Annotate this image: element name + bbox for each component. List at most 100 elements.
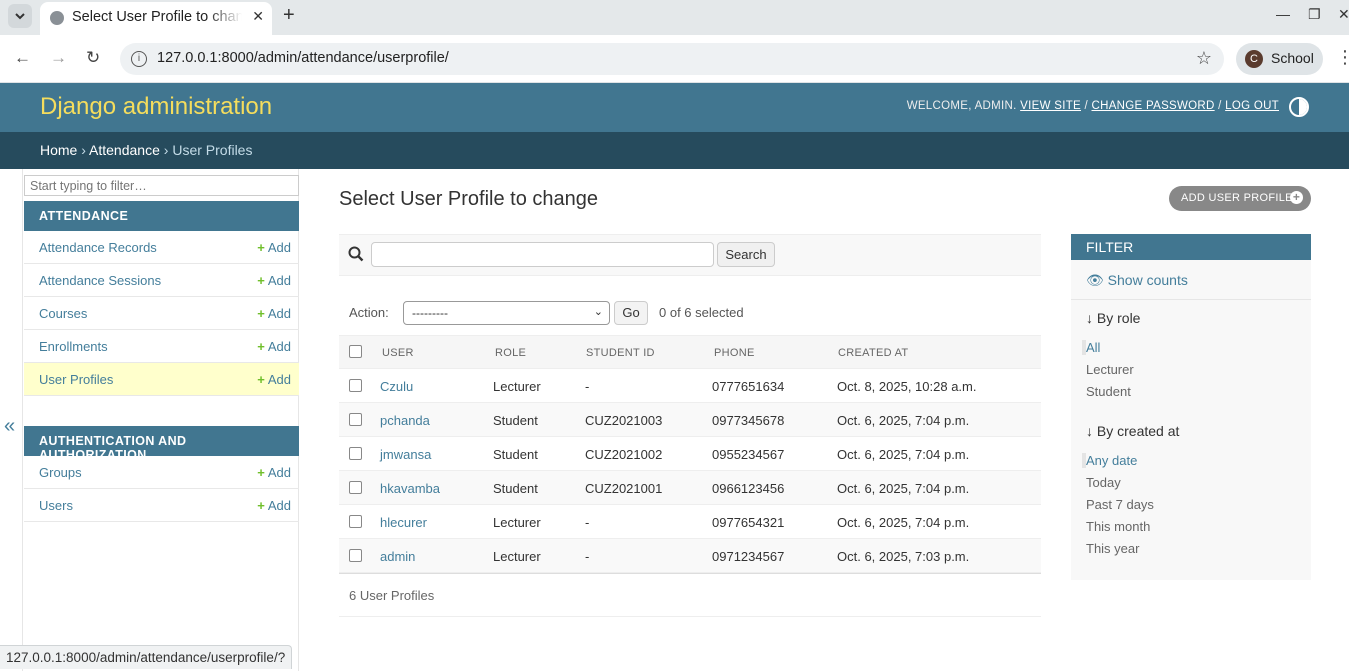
row-checkbox[interactable]: [349, 379, 362, 392]
column-header-created-at[interactable]: CREATED AT: [838, 347, 908, 359]
created-at-cell: Oct. 6, 2025, 7:03 p.m.: [837, 549, 970, 564]
user-link[interactable]: jmwansa: [380, 447, 431, 462]
filter-heading-role[interactable]: ↓ By role: [1086, 310, 1140, 326]
sidebar-item-users[interactable]: Users + Add: [24, 489, 299, 522]
row-checkbox[interactable]: [349, 481, 362, 494]
user-link[interactable]: pchanda: [380, 413, 430, 428]
row-checkbox[interactable]: [349, 447, 362, 460]
go-button[interactable]: Go: [614, 301, 648, 325]
nav-sidebar: ATTENDANCE Attendance Records +Add Atten…: [22, 169, 299, 671]
back-arrow-icon[interactable]: ←: [14, 48, 31, 68]
sidebar-item-label[interactable]: Courses: [39, 306, 87, 321]
add-button-label: ADD USER PROFILE: [1181, 192, 1293, 204]
table-row: admin Lecturer - 0971234567 Oct. 6, 2025…: [339, 539, 1041, 573]
filter-heading-created[interactable]: ↓ By created at: [1086, 423, 1179, 439]
add-link[interactable]: + Add: [257, 372, 291, 387]
row-checkbox[interactable]: [349, 413, 362, 426]
filter-option-lecturer[interactable]: Lecturer: [1086, 362, 1134, 377]
profile-button[interactable]: C School: [1236, 43, 1323, 75]
phone-cell: 0955234567: [712, 447, 785, 462]
module-caption-attendance[interactable]: ATTENDANCE: [24, 201, 299, 231]
show-counts-link[interactable]: 👁 Show counts: [1086, 272, 1188, 289]
user-link[interactable]: hlecurer: [380, 515, 427, 530]
sidebar-item-label[interactable]: Groups: [39, 465, 82, 480]
chevron-down-icon: [15, 12, 25, 19]
module-caption-auth[interactable]: AUTHENTICATION AND AUTHORIZATION: [24, 426, 299, 462]
sidebar-item-user-profiles[interactable]: User Profiles + Add: [24, 363, 299, 396]
select-all-checkbox[interactable]: [349, 345, 362, 358]
breadcrumb-home[interactable]: Home: [40, 142, 77, 158]
table-row: Czulu Lecturer - 0777651634 Oct. 8, 2025…: [339, 369, 1041, 403]
status-bar-url: 127.0.0.1:8000/admin/attendance/userprof…: [0, 645, 293, 669]
sidebar-item-label[interactable]: Users: [39, 498, 73, 513]
filter-option-today[interactable]: Today: [1086, 475, 1121, 490]
sidebar-item-label[interactable]: Attendance Sessions: [39, 273, 161, 288]
view-site-link[interactable]: VIEW SITE: [1020, 100, 1081, 112]
filter-option-student[interactable]: Student: [1086, 384, 1131, 399]
plus-icon: +: [257, 465, 265, 480]
browser-menu-icon[interactable]: ⋮: [1336, 47, 1349, 68]
search-input[interactable]: [371, 242, 714, 267]
breadcrumb-app[interactable]: Attendance: [89, 142, 160, 158]
sidebar-item-groups[interactable]: Groups + Add: [24, 456, 299, 489]
paginator: 6 User Profiles: [339, 573, 1041, 617]
row-checkbox[interactable]: [349, 549, 362, 562]
change-password-link[interactable]: CHANGE PASSWORD: [1092, 100, 1215, 112]
column-header-role[interactable]: ROLE: [495, 347, 526, 359]
add-label: Add: [267, 306, 291, 321]
theme-toggle-icon[interactable]: [1289, 97, 1309, 117]
filter-option-past-7-days[interactable]: Past 7 days: [1086, 497, 1154, 512]
column-header-phone[interactable]: PHONE: [714, 347, 755, 359]
site-info-icon[interactable]: i: [131, 51, 147, 67]
sidebar-item-courses[interactable]: Courses + Add: [24, 297, 299, 330]
filter-option-all[interactable]: All: [1082, 340, 1100, 355]
plus-icon: +: [257, 498, 265, 513]
column-header-user[interactable]: USER: [382, 347, 414, 359]
bookmark-star-icon[interactable]: ☆: [1196, 48, 1212, 69]
tab-search-button[interactable]: [8, 4, 32, 28]
globe-icon: [50, 11, 64, 25]
window-close-icon[interactable]: ✕: [1338, 6, 1349, 23]
reload-icon[interactable]: ↻: [86, 48, 100, 68]
address-bar[interactable]: i 127.0.0.1:8000/admin/attendance/userpr…: [120, 43, 1224, 75]
sidebar-item-label[interactable]: User Profiles: [39, 372, 113, 387]
log-out-link[interactable]: LOG OUT: [1225, 100, 1279, 112]
user-link[interactable]: admin: [380, 549, 415, 564]
table-row: hkavamba Student CUZ2021001 0966123456 O…: [339, 471, 1041, 505]
forward-arrow-icon[interactable]: →: [50, 48, 67, 68]
column-header-student-id[interactable]: STUDENT ID: [586, 347, 655, 359]
filter-option-this-year[interactable]: This year: [1086, 541, 1139, 556]
sidebar-item-label[interactable]: Attendance Records: [39, 240, 157, 255]
add-link[interactable]: + Add: [257, 273, 291, 288]
sidebar-filter-input[interactable]: [24, 175, 299, 196]
search-button[interactable]: Search: [717, 242, 775, 267]
chevron-down-icon: ⌄: [593, 306, 603, 318]
action-select[interactable]: --------- ⌄: [403, 301, 610, 325]
breadcrumb: Home › Attendance › User Profiles: [0, 132, 1349, 169]
add-user-profile-button[interactable]: ADD USER PROFILE +: [1169, 186, 1311, 211]
restore-icon[interactable]: ❐: [1308, 6, 1321, 23]
add-link[interactable]: + Add: [257, 240, 291, 255]
sidebar-item-attendance-sessions[interactable]: Attendance Sessions + Add: [24, 264, 299, 297]
browser-tab[interactable]: Select User Profile to change | Django s…: [40, 2, 272, 35]
close-icon[interactable]: ✕: [252, 8, 264, 25]
phone-cell: 0977345678: [712, 413, 785, 428]
add-link[interactable]: + Add: [257, 306, 291, 321]
add-link[interactable]: + Add: [257, 339, 291, 354]
sidebar-item-enrollments[interactable]: Enrollments + Add: [24, 330, 299, 363]
row-checkbox[interactable]: [349, 515, 362, 528]
sidebar-collapse-icon[interactable]: «: [4, 415, 15, 438]
minimize-icon[interactable]: —: [1276, 6, 1290, 22]
filter-option-this-month[interactable]: This month: [1086, 519, 1150, 534]
sidebar-item-label[interactable]: Enrollments: [39, 339, 108, 354]
url-text[interactable]: 127.0.0.1:8000/admin/attendance/userprof…: [157, 50, 449, 66]
site-branding[interactable]: Django administration: [40, 93, 272, 121]
new-tab-button[interactable]: +: [283, 4, 295, 27]
add-link[interactable]: + Add: [257, 465, 291, 480]
filter-option-any-date[interactable]: Any date: [1082, 453, 1137, 468]
user-link[interactable]: Czulu: [380, 379, 413, 394]
welcome-text: WELCOME,: [906, 100, 975, 112]
user-link[interactable]: hkavamba: [380, 481, 440, 496]
add-link[interactable]: + Add: [257, 498, 291, 513]
sidebar-item-attendance-records[interactable]: Attendance Records + Add: [24, 231, 299, 264]
